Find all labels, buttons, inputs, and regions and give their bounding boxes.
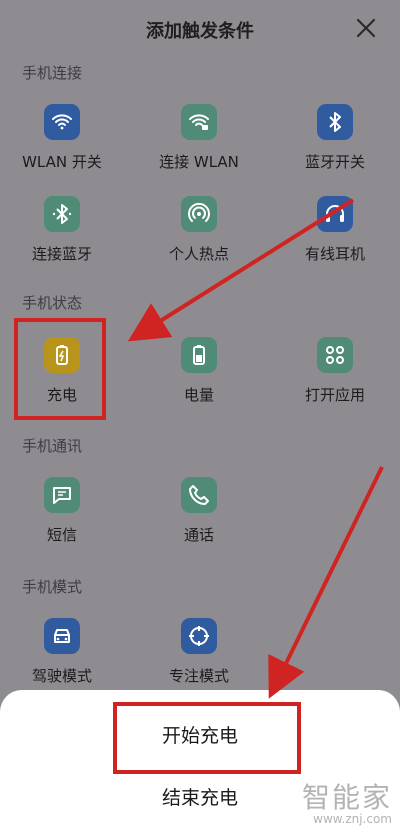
focus-icon	[181, 618, 217, 654]
item-label: 连接 WLAN	[159, 153, 239, 171]
item-sms[interactable]: 短信	[2, 477, 122, 557]
app-grid-icon	[317, 337, 353, 373]
item-open-app[interactable]: 打开应用	[275, 337, 395, 417]
wifi-icon	[44, 104, 80, 140]
item-label: 充电	[46, 386, 77, 404]
item-personal-hotspot[interactable]: 个人热点	[139, 196, 259, 276]
section-label-phone-mode: 手机模式	[22, 578, 83, 596]
item-label: 蓝牙开关	[304, 153, 365, 171]
watermark: 智能家 www.znj.com	[301, 781, 392, 827]
watermark-main: 智能家	[301, 781, 392, 814]
item-wired-headset[interactable]: 有线耳机	[275, 196, 395, 276]
bluetooth-icon	[317, 104, 353, 140]
phone-icon	[181, 477, 217, 513]
item-call[interactable]: 通话	[139, 477, 259, 557]
wifi-lock-icon	[181, 104, 217, 140]
item-bluetooth-switch[interactable]: 蓝牙开关	[275, 104, 395, 184]
item-label: 电量	[183, 386, 214, 404]
item-charging[interactable]: 充电	[2, 337, 122, 417]
bluetooth-connected-icon	[44, 196, 80, 232]
item-label: WLAN 开关	[22, 153, 102, 171]
charging-battery-icon	[44, 337, 80, 373]
section-label-phone-connection: 手机连接	[22, 64, 83, 82]
dialog-title: 添加触发条件	[146, 21, 254, 42]
item-label: 打开应用	[304, 386, 365, 404]
hotspot-icon	[181, 196, 217, 232]
item-label: 短信	[46, 526, 77, 544]
item-label: 连接蓝牙	[31, 245, 92, 263]
headset-icon	[317, 196, 353, 232]
item-label: 个人热点	[168, 245, 229, 263]
item-battery-level[interactable]: 电量	[139, 337, 259, 417]
battery-icon	[181, 337, 217, 373]
item-driving-mode[interactable]: 驾驶模式	[2, 618, 122, 698]
watermark-url: www.znj.com	[313, 812, 392, 826]
start-charging-option[interactable]: 开始充电	[0, 721, 400, 748]
section-label-phone-communication: 手机通讯	[22, 437, 83, 455]
item-label: 有线耳机	[304, 245, 365, 263]
car-icon	[44, 618, 80, 654]
item-wlan-switch[interactable]: WLAN 开关	[2, 104, 122, 184]
item-connect-wlan[interactable]: 连接 WLAN	[139, 104, 259, 184]
item-connect-bluetooth[interactable]: 连接蓝牙	[2, 196, 122, 276]
item-label: 专注模式	[168, 667, 229, 685]
section-label-phone-status: 手机状态	[22, 294, 83, 312]
item-label: 驾驶模式	[31, 667, 92, 685]
message-icon	[44, 477, 80, 513]
close-icon[interactable]	[354, 16, 378, 40]
dialog-header: 添加触发条件	[0, 0, 400, 52]
item-label: 通话	[183, 526, 214, 544]
item-focus-mode[interactable]: 专注模式	[139, 618, 259, 698]
